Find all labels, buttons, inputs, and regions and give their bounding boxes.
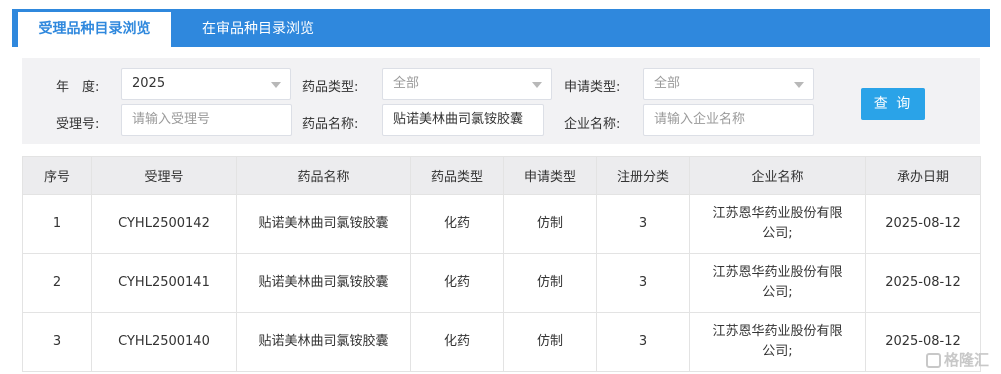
col-header-drug-type: 药品类型 [410, 156, 504, 195]
tab-accepted-catalog[interactable]: 受理品种目录浏览 [18, 12, 171, 47]
cell-no: 1 [22, 194, 92, 254]
company-line2: 公司; [762, 226, 793, 241]
company-line1: 江苏恩华药业股份有限 [712, 324, 843, 339]
company-line2: 公司; [762, 344, 793, 359]
cell-drug-type: 化药 [410, 194, 504, 254]
company-placeholder: 请输入企业名称 [654, 112, 746, 127]
col-header-no: 序号 [22, 156, 92, 195]
col-header-company: 企业名称 [689, 156, 866, 195]
apply-type-select[interactable]: 全部 [643, 68, 814, 100]
cell-no: 3 [22, 312, 92, 372]
cell-drug-type: 化药 [410, 253, 504, 313]
accept-no-input[interactable]: 请输入受理号 [121, 104, 292, 136]
cell-date: 2025-08-12 [865, 253, 981, 313]
cell-apply-type: 仿制 [503, 312, 597, 372]
company-line1: 江苏恩华药业股份有限 [712, 265, 843, 280]
accept-no-placeholder: 请输入受理号 [132, 112, 211, 127]
query-button[interactable]: 查 询 [861, 88, 925, 120]
filter-panel: 年 度: 2025 药品类型: 全部 申请类型: 全部 受理号: 请输入受理号 … [22, 58, 980, 144]
drug-name-value: 贴诺美林曲司氯铵胶囊 [393, 112, 524, 127]
cell-drug-name: 贴诺美林曲司氯铵胶囊 [236, 253, 411, 313]
table-row[interactable]: 1 CYHL2500142 贴诺美林曲司氯铵胶囊 化药 仿制 3 江苏恩华药业股… [22, 194, 981, 254]
tab-bar: 受理品种目录浏览 在审品种目录浏览 [12, 9, 990, 47]
cell-drug-name: 贴诺美林曲司氯铵胶囊 [236, 312, 411, 372]
table-header-row: 序号 受理号 药品名称 药品类型 申请类型 注册分类 企业名称 承办日期 [22, 156, 981, 195]
accept-no-label: 受理号: [56, 117, 100, 132]
gelonghui-logo-icon [925, 353, 941, 368]
col-header-drug-name: 药品名称 [236, 156, 411, 195]
apply-type-value: 全部 [654, 76, 681, 91]
cell-accept-no: CYHL2500140 [91, 312, 237, 372]
company-label: 企业名称: [564, 117, 621, 132]
col-header-reg-class: 注册分类 [596, 156, 690, 195]
table-row[interactable]: 3 CYHL2500140 贴诺美林曲司氯铵胶囊 化药 仿制 3 江苏恩华药业股… [22, 312, 981, 372]
cell-drug-type: 化药 [410, 312, 504, 372]
cell-date: 2025-08-12 [865, 194, 981, 254]
tab-under-review-catalog[interactable]: 在审品种目录浏览 [178, 9, 338, 47]
watermark-text: 格隆汇 [943, 351, 989, 369]
drug-type-value: 全部 [393, 76, 420, 91]
cell-reg-class: 3 [596, 194, 690, 254]
drug-type-select[interactable]: 全部 [382, 68, 552, 100]
company-line2: 公司; [762, 285, 793, 300]
apply-type-label: 申请类型: [564, 80, 621, 95]
cell-reg-class: 3 [596, 312, 690, 372]
col-header-apply-type: 申请类型 [503, 156, 597, 195]
chevron-down-icon [794, 82, 804, 88]
year-label: 年 度: [56, 80, 100, 95]
cell-apply-type: 仿制 [503, 194, 597, 254]
year-select[interactable]: 2025 [121, 68, 291, 100]
cell-accept-no: CYHL2500141 [91, 253, 237, 313]
drug-type-label: 药品类型: [302, 80, 359, 95]
drug-name-input[interactable]: 贴诺美林曲司氯铵胶囊 [382, 104, 544, 136]
table-row[interactable]: 2 CYHL2500141 贴诺美林曲司氯铵胶囊 化药 仿制 3 江苏恩华药业股… [22, 253, 981, 313]
col-header-accept-no: 受理号 [91, 156, 237, 195]
chevron-down-icon [532, 82, 542, 88]
chevron-down-icon [271, 82, 281, 88]
cell-company: 江苏恩华药业股份有限 公司; [689, 312, 866, 372]
watermark: 格隆汇 [925, 349, 989, 370]
cell-accept-no: CYHL2500142 [91, 194, 237, 254]
company-line1: 江苏恩华药业股份有限 [712, 206, 843, 221]
company-input[interactable]: 请输入企业名称 [643, 104, 814, 136]
cell-company: 江苏恩华药业股份有限 公司; [689, 194, 866, 254]
results-table: 序号 受理号 药品名称 药品类型 申请类型 注册分类 企业名称 承办日期 1 C… [22, 156, 981, 372]
drug-name-label: 药品名称: [302, 117, 359, 132]
cell-apply-type: 仿制 [503, 253, 597, 313]
cell-company: 江苏恩华药业股份有限 公司; [689, 253, 866, 313]
cell-reg-class: 3 [596, 253, 690, 313]
year-value: 2025 [132, 76, 166, 91]
cell-no: 2 [22, 253, 92, 313]
col-header-date: 承办日期 [865, 156, 981, 195]
cell-drug-name: 贴诺美林曲司氯铵胶囊 [236, 194, 411, 254]
